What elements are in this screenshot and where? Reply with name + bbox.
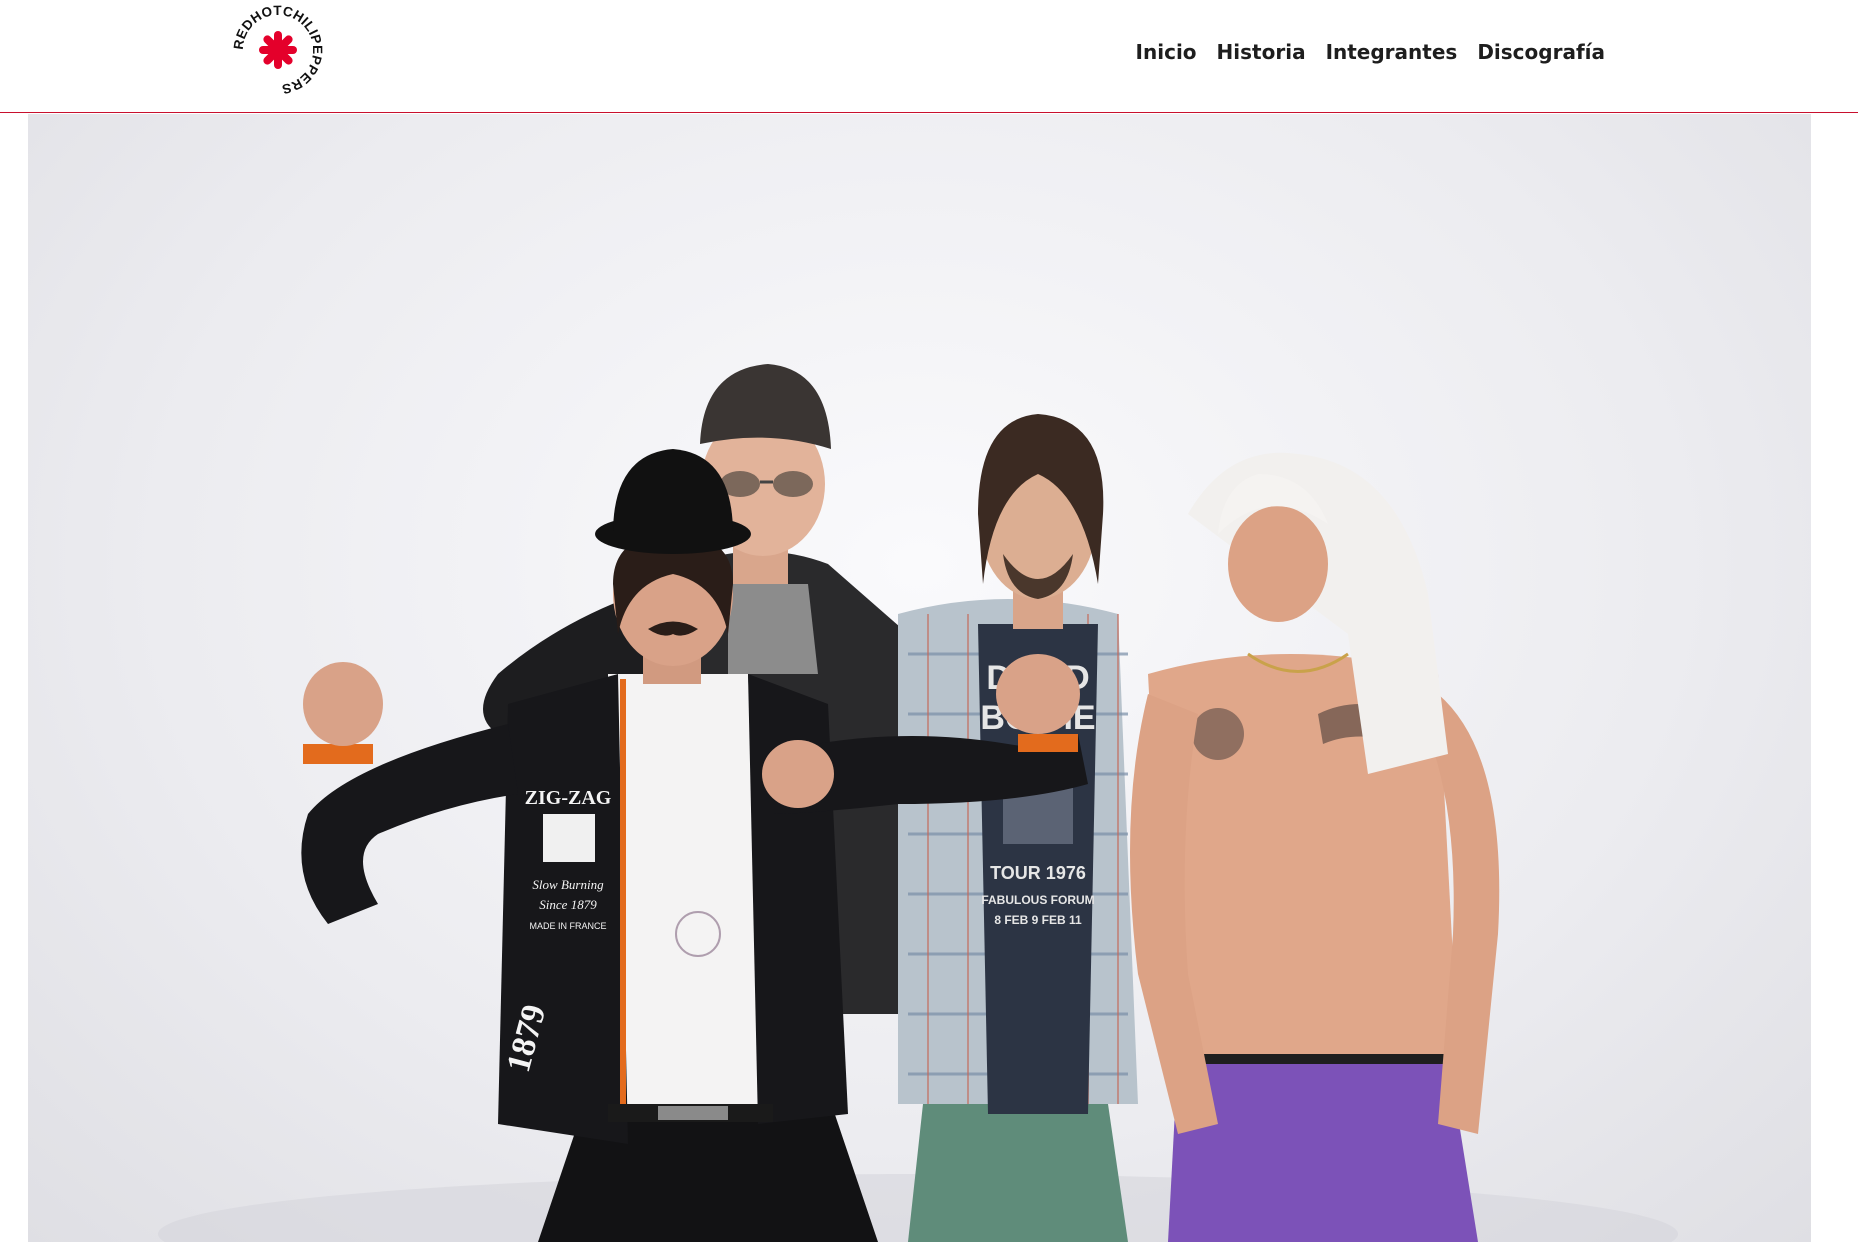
- tee-text-line3: TOUR 1976: [990, 863, 1086, 883]
- jacket-brand: ZIG-ZAG: [525, 787, 612, 809]
- bassist-figure: [1130, 452, 1500, 1242]
- jacket-line3: MADE IN FRANCE: [529, 921, 606, 931]
- tee-text-line5: 8 FEB 9 FEB 11: [994, 913, 1082, 927]
- nav-item-discografia[interactable]: Discografía: [1477, 40, 1605, 64]
- hero-band-photo: DAVID BOWIE TOUR 1976 FABULOUS FORUM 8 F…: [28, 114, 1811, 1242]
- rhcp-logo[interactable]: REDHOTCHILIPEPPERS: [231, 3, 325, 97]
- nav-item-integrantes[interactable]: Integrantes: [1326, 40, 1458, 64]
- guitarist-figure: DAVID BOWIE TOUR 1976 FABULOUS FORUM 8 F…: [898, 414, 1138, 1242]
- nav-item-inicio[interactable]: Inicio: [1136, 40, 1197, 64]
- jacket-line1: Slow Burning: [532, 877, 604, 892]
- nav-item-historia[interactable]: Historia: [1217, 40, 1306, 64]
- asterisk-logo-icon: REDHOTCHILIPEPPERS: [231, 3, 325, 97]
- jacket-line2: Since 1879: [539, 897, 597, 912]
- tee-text-line4: FABULOUS FORUM: [981, 893, 1094, 907]
- site-header: REDHOTCHILIPEPPERS Inicio Historia Integ…: [0, 0, 1858, 113]
- main-nav: Inicio Historia Integrantes Discografía: [1136, 0, 1605, 104]
- band-photo-image: DAVID BOWIE TOUR 1976 FABULOUS FORUM 8 F…: [158, 364, 1678, 1242]
